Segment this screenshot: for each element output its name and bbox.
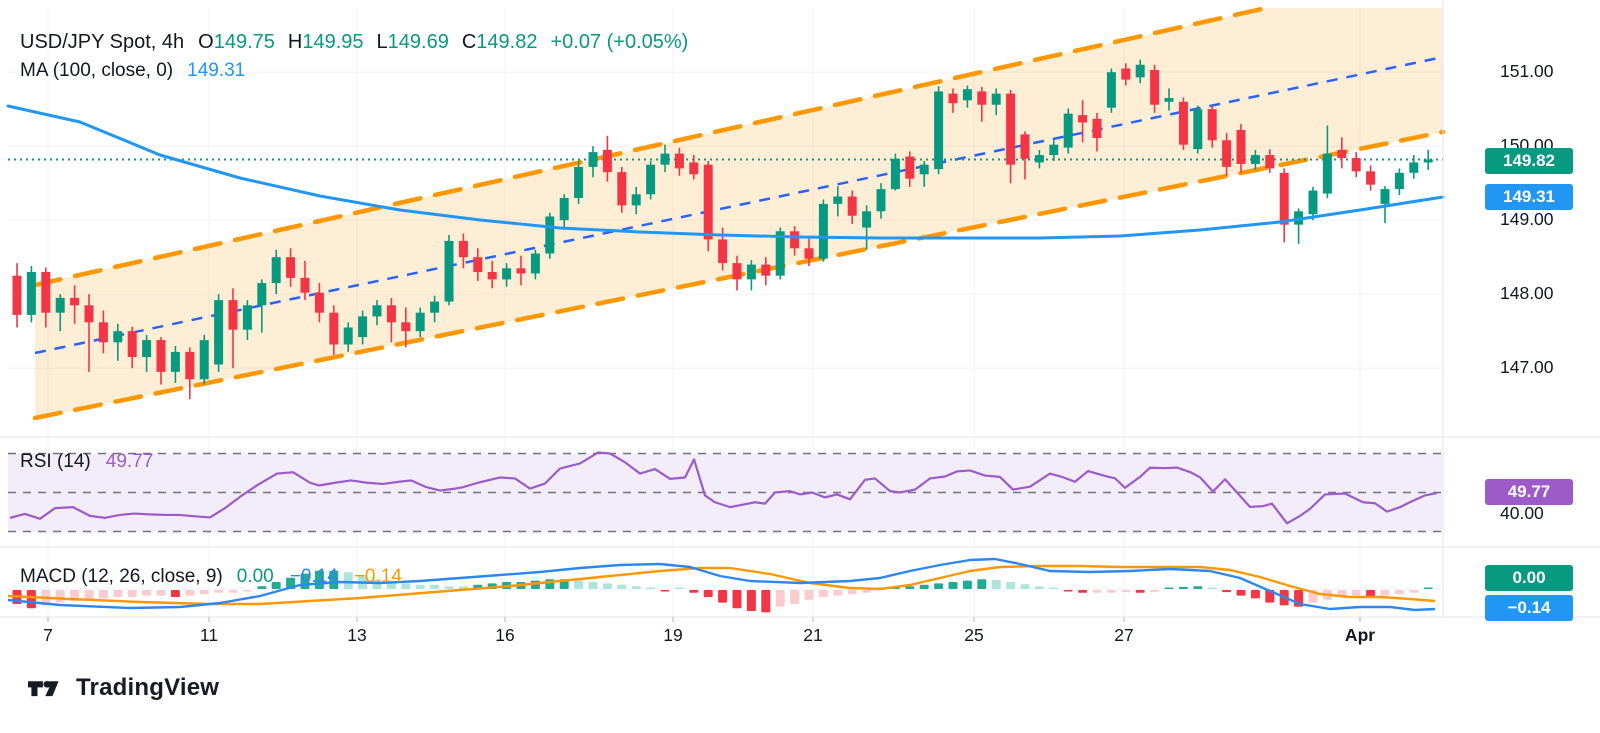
macd-line-badge: −0.14 bbox=[1485, 595, 1573, 621]
low-value: 149.69 bbox=[388, 31, 449, 53]
last-price-badge: 149.82 bbox=[1485, 148, 1573, 174]
macd-title: MACD (12, 26, close, 9) bbox=[20, 566, 223, 587]
time-axis-label: 11 bbox=[200, 625, 218, 646]
macd-legend[interactable]: MACD (12, 26, close, 9) 0.00 −0.14 −0.14 bbox=[20, 566, 402, 588]
price-axis-label: 151.00 bbox=[1443, 61, 1600, 82]
time-axis-label: 19 bbox=[663, 625, 682, 646]
ma-price-badge: 149.31 bbox=[1485, 184, 1573, 210]
trading-chart-app: USD/JPY Spot, 4hO149.75H149.95L149.69C14… bbox=[0, 0, 1600, 733]
change-value: +0.07 (+0.05%) bbox=[550, 31, 688, 53]
tradingview-logo[interactable]: TradingView bbox=[28, 674, 219, 702]
open-label: O bbox=[198, 31, 214, 53]
rsi-value-badge: 49.77 bbox=[1485, 479, 1573, 505]
macd-line-value: −0.14 bbox=[290, 566, 338, 587]
tradingview-logo-text: TradingView bbox=[76, 674, 219, 702]
open-value: 149.75 bbox=[214, 31, 275, 53]
price-axis-label: 148.00 bbox=[1443, 283, 1600, 304]
rsi-pane bbox=[8, 453, 1443, 532]
trend-channel bbox=[35, 8, 1443, 418]
ma-value: 149.31 bbox=[187, 60, 245, 81]
time-axis-label: Apr bbox=[1345, 625, 1375, 646]
macd-hist-value: 0.00 bbox=[237, 566, 274, 587]
close-label: C bbox=[462, 31, 476, 53]
ma-title: MA (100, close, 0) bbox=[20, 60, 173, 81]
symbol-legend[interactable]: USD/JPY Spot, 4h O149.75 H149.95 L149.69 C14… bbox=[20, 31, 688, 54]
high-value: 149.95 bbox=[302, 31, 363, 53]
time-axis-label: 13 bbox=[347, 625, 366, 646]
price-axis-label: 149.00 bbox=[1443, 209, 1600, 230]
rsi-axis-label: 40.00 bbox=[1443, 503, 1600, 524]
time-axis-label: 21 bbox=[803, 625, 822, 646]
macd-hist-badge: 0.00 bbox=[1485, 565, 1573, 591]
time-axis-label: 25 bbox=[964, 625, 983, 646]
price-axis-label: 147.00 bbox=[1443, 357, 1600, 378]
time-axis-label: 27 bbox=[1114, 625, 1133, 646]
channel-fill bbox=[35, 8, 1443, 418]
macd-signal-value: −0.14 bbox=[354, 566, 402, 587]
symbol-title: USD/JPY Spot, 4h bbox=[20, 31, 184, 53]
rsi-legend[interactable]: RSI (14) 49.77 bbox=[20, 451, 153, 473]
tradingview-logo-icon bbox=[28, 674, 66, 702]
high-label: H bbox=[288, 31, 302, 53]
ma-legend[interactable]: MA (100, close, 0) 149.31 bbox=[20, 60, 245, 82]
close-value: 149.82 bbox=[476, 31, 537, 53]
rsi-value: 49.77 bbox=[106, 451, 154, 472]
rsi-title: RSI (14) bbox=[20, 451, 91, 472]
time-axis-label: 7 bbox=[43, 625, 53, 646]
time-axis-label: 16 bbox=[495, 625, 514, 646]
low-label: L bbox=[377, 31, 388, 53]
chart-canvas[interactable] bbox=[0, 0, 1600, 733]
